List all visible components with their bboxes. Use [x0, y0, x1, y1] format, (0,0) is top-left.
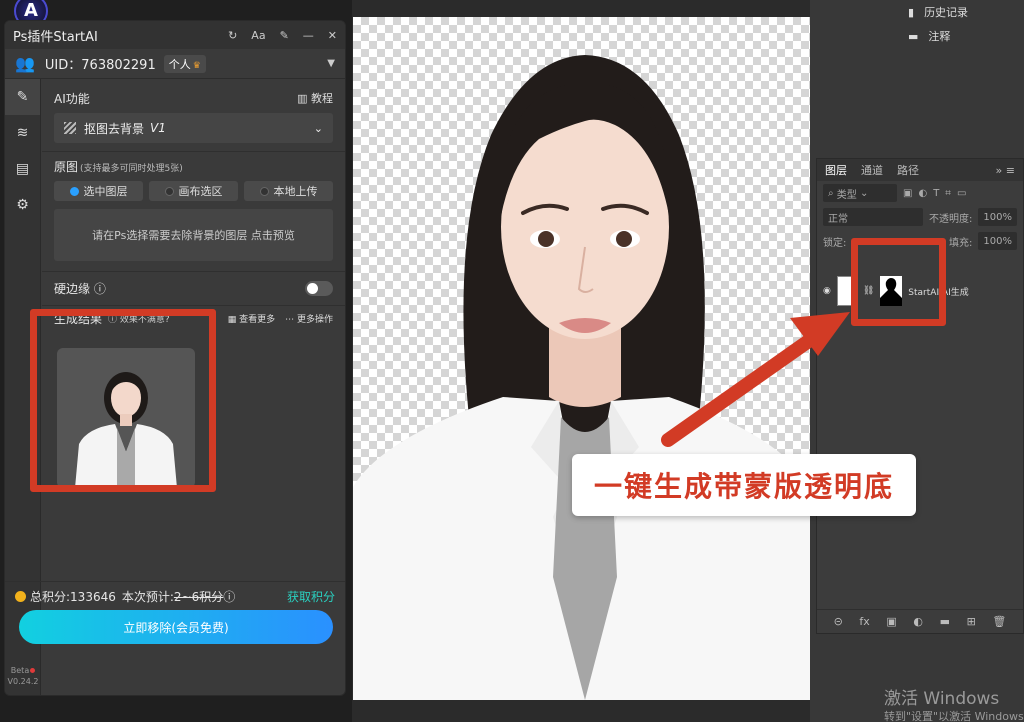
plugin-title: Ps插件StartAI [13, 29, 98, 45]
source-option-canvas-selection[interactable]: 画布选区 [149, 181, 238, 201]
uid-text: UID：763802291 [44, 58, 156, 73]
layers-footer: ⊝ fx ▣ ◐ ▬ ⊞ 🗑 [817, 609, 1023, 633]
beta-dot [30, 668, 36, 673]
fill-label: 填充: [949, 237, 973, 249]
layers-icon[interactable]: ≋ [5, 115, 40, 151]
source-option-selected-layer[interactable]: 选中图层 [54, 181, 143, 201]
version-label: Beta V0.24.2 [7, 666, 39, 686]
tab-paths[interactable]: 路径 [897, 162, 919, 178]
filter-row: ⌕ 类型 ⌄ ▣ ◐ T ⌗ ▭ [817, 181, 1023, 205]
tab-layers[interactable]: 图层 [825, 162, 847, 178]
view-more-link[interactable]: ▦ 查看更多 [228, 312, 275, 325]
panel-menu-icon[interactable]: » ≡ [996, 164, 1015, 177]
ai-function-header: AI功能 ▥ 教程 [42, 85, 345, 111]
edit-tool-icon[interactable]: ✎ [5, 79, 40, 115]
estimate-label: 本次预计: [121, 590, 174, 604]
result-highlight-box [30, 309, 216, 492]
points-bar: 总积分:133646 本次预计: 2~6积分 ⓘ 获取积分 [5, 581, 345, 611]
search-icon: ⌕ [828, 187, 834, 199]
layers-panel: 图层 通道 路径 » ≡ ⌕ 类型 ⌄ ▣ ◐ T ⌗ ▭ 正常 不透明度: 1… [816, 158, 1024, 634]
hard-edge-toggle[interactable] [305, 281, 333, 296]
image-icon: ▦ [227, 315, 237, 325]
more-actions-link[interactable]: ⋯ 更多操作 [285, 312, 333, 325]
cutout-icon [64, 122, 76, 134]
fx-icon[interactable]: fx [859, 615, 869, 628]
info-icon: ⓘ [93, 282, 106, 296]
tab-channels[interactable]: 通道 [861, 162, 883, 178]
preview-dropzone[interactable]: 请在Ps选择需要去除背景的图层 点击预览 [54, 209, 333, 261]
filter-pixel-icon[interactable]: ▣ [903, 188, 912, 199]
comment-icon: ▬ [908, 29, 919, 43]
activate-windows-watermark: 激活 Windows 转到"设置"以激活 Windows。 [884, 689, 1024, 722]
ai-mode-select[interactable]: 抠图去背景 V1 ⌄ [54, 113, 333, 143]
info-icon: ⓘ [223, 590, 236, 604]
users-icon: 👥 [15, 54, 35, 73]
notes-item[interactable]: ▬ 注释 [898, 24, 1024, 48]
blend-row: 正常 不透明度: 100% [817, 205, 1023, 229]
history-icon: ▮ [908, 5, 915, 19]
opacity-label: 不透明度: [929, 213, 973, 225]
radio-check-icon [69, 186, 79, 196]
more-icon: ⋯ [285, 315, 295, 325]
callout-label: 一键生成带蒙版透明底 [572, 454, 916, 516]
ai-function-label: AI功能 [54, 91, 90, 106]
crown-icon: ♛ [192, 60, 201, 71]
hard-edge-row: 硬边缘 ⓘ [42, 271, 345, 305]
chevron-down-icon: ⌄ [313, 121, 323, 135]
coin-icon [15, 591, 26, 602]
filter-smart-icon[interactable]: ▭ [957, 188, 966, 199]
source-hint: (支持最多可同时处理5张) [80, 164, 183, 174]
remove-now-button[interactable]: 立即移除(会员免费) [19, 610, 333, 644]
radio-icon [259, 186, 269, 196]
adjustment-icon[interactable]: ◐ [913, 615, 923, 628]
settings-icon[interactable]: ⚙ [5, 187, 40, 223]
history-panel: ▮ 历史记录 ▬ 注释 [898, 0, 1024, 50]
source-section: 原图 (支持最多可同时处理5张) 选中图层 画布选区 本地上传 请在Ps选择需要去… [42, 151, 345, 261]
chevron-down-icon[interactable]: ▼ [327, 58, 335, 69]
document-canvas[interactable] [353, 17, 810, 700]
book-icon: ▥ [297, 92, 308, 105]
total-points: 总积分:133646 [30, 590, 116, 604]
fill-field[interactable]: 100% [978, 232, 1017, 250]
visibility-eye-icon[interactable]: ◉ [823, 286, 831, 296]
blend-mode-select[interactable]: 正常 [823, 208, 923, 226]
font-size-button[interactable]: Aa [251, 29, 265, 42]
refresh-icon[interactable]: ↻ [228, 29, 237, 42]
add-mask-icon[interactable]: ▣ [886, 615, 896, 628]
filter-shape-icon[interactable]: ⌗ [945, 188, 951, 199]
source-option-local-upload[interactable]: 本地上传 [244, 181, 333, 201]
tutorial-link[interactable]: ▥ 教程 [297, 90, 333, 106]
close-icon[interactable]: ✕ [328, 29, 337, 42]
history-item[interactable]: ▮ 历史记录 [898, 0, 1024, 24]
mask-highlight-box [851, 238, 946, 326]
link-layers-icon[interactable]: ⊝ [834, 615, 843, 628]
document-icon[interactable]: ▤ [5, 151, 40, 187]
filter-kind-select[interactable]: ⌕ 类型 ⌄ [823, 184, 897, 202]
trash-icon[interactable]: 🗑 [992, 615, 1006, 628]
plan-badge: 个人 ♛ [163, 54, 206, 73]
get-points-link[interactable]: 获取积分 [287, 588, 335, 605]
estimate-value: 2~6积分 [173, 590, 224, 604]
group-folder-icon[interactable]: ▬ [940, 615, 950, 628]
filter-adjust-icon[interactable]: ◐ [918, 188, 927, 199]
portrait-image [353, 55, 810, 700]
hard-edge-label: 硬边缘 [54, 282, 91, 296]
plugin-titlebar: Ps插件StartAI ↻ Aa ✎ — ✕ [5, 21, 345, 49]
radio-icon [164, 186, 174, 196]
opacity-field[interactable]: 100% [978, 208, 1017, 226]
filter-type-icon[interactable]: T [933, 188, 939, 199]
minimize-icon[interactable]: — [303, 29, 314, 42]
lock-label: 锁定: [823, 237, 847, 249]
source-title: 原图 [54, 160, 79, 174]
pin-icon[interactable]: ✎ [280, 29, 289, 42]
new-layer-icon[interactable]: ⊞ [967, 615, 976, 628]
account-row[interactable]: 👥 UID：763802291 个人 ♛ ▼ [5, 49, 345, 79]
layers-tabs: 图层 通道 路径 » ≡ [817, 159, 1023, 181]
